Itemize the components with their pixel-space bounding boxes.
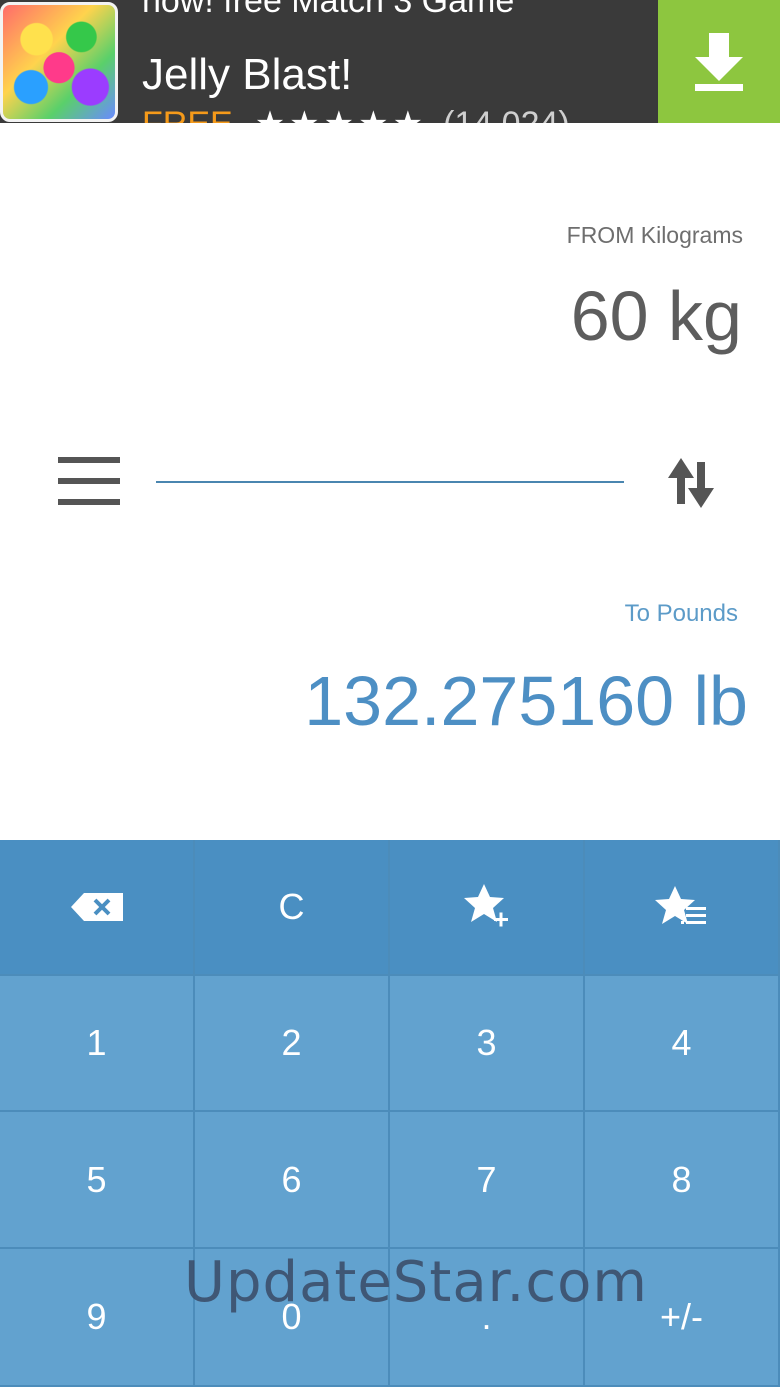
key-4[interactable]: 4 <box>585 976 780 1112</box>
add-favorite-key[interactable] <box>390 840 585 976</box>
swap-icon <box>668 458 714 508</box>
watermark: UpdateStar.com <box>184 1250 648 1315</box>
key-2[interactable]: 2 <box>195 976 390 1112</box>
menu-icon <box>58 457 120 463</box>
swap-units-button[interactable] <box>664 456 718 510</box>
to-value-display: 132.275160 lb <box>304 662 748 740</box>
from-unit-label[interactable]: FROM Kilograms <box>567 222 743 249</box>
section-divider <box>156 481 624 483</box>
menu-icon-bar <box>58 478 120 484</box>
key-6[interactable]: 6 <box>195 1112 390 1249</box>
key-7[interactable]: 7 <box>390 1112 585 1249</box>
key-9[interactable]: 9 <box>0 1249 195 1387</box>
backspace-icon <box>70 893 123 921</box>
ad-title: Jelly Blast! <box>142 50 353 99</box>
favorites-list-key[interactable] <box>585 840 780 976</box>
key-3[interactable]: 3 <box>390 976 585 1112</box>
download-icon <box>695 32 743 91</box>
menu-button[interactable] <box>58 457 120 505</box>
key-5[interactable]: 5 <box>0 1112 195 1249</box>
to-unit-label[interactable]: To Pounds <box>625 600 738 628</box>
ad-subtitle: now! free Match 3 Game <box>142 0 515 20</box>
key-8[interactable]: 8 <box>585 1112 780 1249</box>
from-value-display[interactable]: 60 kg <box>571 276 742 356</box>
star-list-icon <box>654 886 706 924</box>
ad-price: FREE <box>142 105 233 123</box>
menu-icon-bar <box>58 499 120 505</box>
ad-app-icon[interactable] <box>0 2 118 122</box>
star-add-icon <box>463 884 508 927</box>
ad-download-button[interactable] <box>658 0 780 123</box>
ad-review-count: (14,024) <box>443 105 570 123</box>
ad-rating-stars: ★★★★★ <box>255 105 427 123</box>
clear-key[interactable]: C <box>195 840 390 976</box>
ad-meta: FREE ★★★★★ (14,024) <box>142 104 570 123</box>
ad-banner[interactable]: now! free Match 3 Game Jelly Blast! FREE… <box>0 0 780 123</box>
backspace-key[interactable] <box>0 840 195 976</box>
key-1[interactable]: 1 <box>0 976 195 1112</box>
